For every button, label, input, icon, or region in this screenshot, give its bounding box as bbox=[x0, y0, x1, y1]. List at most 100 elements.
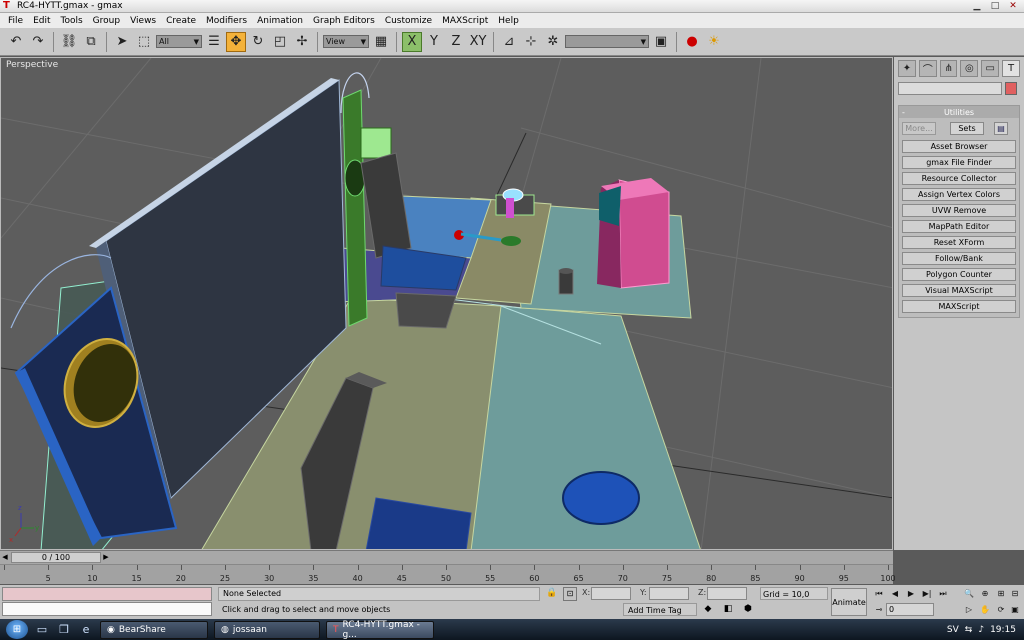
x-coord-field[interactable] bbox=[591, 587, 631, 600]
utility-polygon-counter[interactable]: Polygon Counter bbox=[902, 268, 1016, 281]
utility-visual-maxscript[interactable]: Visual MAXScript bbox=[902, 284, 1016, 297]
rollout-header[interactable]: - Utilities bbox=[899, 106, 1019, 118]
utility-gmax-file-finder[interactable]: gmax File Finder bbox=[902, 156, 1016, 169]
zoom-all-icon[interactable]: ⊕ bbox=[978, 587, 992, 600]
crossing-icon[interactable]: ◧ bbox=[720, 603, 736, 616]
restrict-y-icon[interactable]: Y bbox=[424, 32, 444, 52]
internet-explorer-icon[interactable]: e bbox=[78, 622, 94, 638]
utility-maxscript[interactable]: MAXScript bbox=[902, 300, 1016, 313]
utility-uvw-remove[interactable]: UVW Remove bbox=[902, 204, 1016, 217]
object-color-swatch[interactable] bbox=[1005, 82, 1017, 95]
zoom-icon[interactable]: 🔍 bbox=[962, 587, 976, 600]
pan-icon[interactable]: ✋ bbox=[978, 603, 992, 616]
utility-follow-bank[interactable]: Follow/Bank bbox=[902, 252, 1016, 265]
select-and-scale-icon[interactable]: ◰ bbox=[270, 32, 290, 52]
maximize-button[interactable]: □ bbox=[986, 0, 1004, 12]
minimize-button[interactable]: ▁ bbox=[968, 0, 986, 12]
menu-customize[interactable]: Customize bbox=[380, 16, 437, 26]
time-slider-thumb[interactable]: 0 / 100 bbox=[11, 552, 101, 563]
z-coord-field[interactable] bbox=[707, 587, 747, 600]
maxscript-listener-input[interactable] bbox=[2, 602, 212, 616]
prev-frame-icon[interactable]: ◀ bbox=[888, 587, 902, 600]
menu-animation[interactable]: Animation bbox=[252, 16, 308, 26]
redo-icon[interactable]: ↷ bbox=[28, 32, 48, 52]
taskbar-item-jossaan[interactable]: ◍ jossaan bbox=[214, 620, 320, 639]
link-icon[interactable]: ⛓ bbox=[59, 32, 79, 52]
key-mode-icon[interactable]: ⊸ bbox=[872, 603, 886, 616]
select-by-name-icon[interactable]: ☰ bbox=[204, 32, 224, 52]
mirror-icon[interactable]: ⊿ bbox=[499, 32, 519, 52]
menu-views[interactable]: Views bbox=[125, 16, 161, 26]
utility-mappath-editor[interactable]: MapPath Editor bbox=[902, 220, 1016, 233]
menu-group[interactable]: Group bbox=[88, 16, 125, 26]
current-frame-field[interactable]: 0 bbox=[886, 603, 934, 616]
configure-sets-icon[interactable]: ▤ bbox=[994, 122, 1008, 135]
more-button[interactable]: More... bbox=[902, 122, 936, 135]
render-scene-icon[interactable]: ☀ bbox=[704, 32, 724, 52]
go-to-start-icon[interactable]: ⏮ bbox=[872, 587, 886, 600]
align-icon[interactable]: ⊹ bbox=[521, 32, 541, 52]
menu-tools[interactable]: Tools bbox=[56, 16, 88, 26]
pivot-center-icon[interactable]: ✢ bbox=[292, 32, 312, 52]
utilities-tab-icon[interactable]: T bbox=[1002, 60, 1020, 77]
menu-modifiers[interactable]: Modifiers bbox=[201, 16, 252, 26]
menu-help[interactable]: Help bbox=[493, 16, 524, 26]
start-button[interactable]: ⊞ bbox=[6, 620, 28, 639]
add-time-tag-button[interactable]: Add Time Tag bbox=[623, 603, 697, 616]
utility-asset-browser[interactable]: Asset Browser bbox=[902, 140, 1016, 153]
named-selection-sets-icon[interactable]: ▣ bbox=[651, 32, 671, 52]
menu-maxscript[interactable]: MAXScript bbox=[437, 16, 493, 26]
maxscript-listener-output[interactable] bbox=[2, 587, 212, 601]
motion-tab-icon[interactable]: ◎ bbox=[960, 60, 979, 77]
y-coord-field[interactable] bbox=[649, 587, 689, 600]
language-indicator[interactable]: SV bbox=[947, 625, 959, 635]
select-and-move-icon[interactable]: ✥ bbox=[226, 31, 246, 52]
modify-tab-icon[interactable]: ⌒ bbox=[918, 60, 937, 77]
hierarchy-tab-icon[interactable]: ⋔ bbox=[939, 60, 958, 77]
close-button[interactable]: ✕ bbox=[1004, 0, 1022, 12]
animate-button[interactable]: Animate bbox=[831, 588, 867, 616]
perspective-viewport[interactable]: z y x Perspective bbox=[0, 57, 893, 550]
restrict-xy-icon[interactable]: XY bbox=[468, 32, 488, 52]
clock[interactable]: 19:15 bbox=[990, 625, 1016, 635]
menu-create[interactable]: Create bbox=[161, 16, 201, 26]
sets-button[interactable]: Sets bbox=[950, 122, 984, 135]
time-next-arrow-icon[interactable]: ▶ bbox=[101, 551, 111, 564]
taskbar-item-gmax[interactable]: T RC4-HYTT.gmax - g... bbox=[326, 620, 434, 640]
display-tab-icon[interactable]: ▭ bbox=[981, 60, 1000, 77]
undo-icon[interactable]: ↶ bbox=[6, 32, 26, 52]
next-frame-icon[interactable]: ▶| bbox=[920, 587, 934, 600]
pivot-point-icon[interactable]: ▦ bbox=[371, 32, 391, 52]
create-tab-icon[interactable]: ✦ bbox=[898, 60, 916, 77]
track-bar[interactable]: 5 10 15 20 25 30 35 40 45 50 55 60 65 70 75 80 85 90 95 100 bbox=[0, 564, 896, 584]
select-and-rotate-icon[interactable]: ↻ bbox=[248, 32, 268, 52]
play-icon[interactable]: ▶ bbox=[904, 587, 918, 600]
zoom-extents-icon[interactable]: ⊞ bbox=[994, 587, 1008, 600]
switch-windows-icon[interactable]: ❐ bbox=[56, 622, 72, 638]
menu-edit[interactable]: Edit bbox=[28, 16, 55, 26]
selection-lock-icon[interactable]: 🔒 bbox=[546, 588, 557, 598]
volume-icon[interactable]: ♪ bbox=[978, 625, 984, 635]
snap-toggle-icon[interactable]: ⬢ bbox=[740, 603, 756, 616]
network-icon[interactable]: ⇆ bbox=[965, 625, 973, 635]
zoom-extents-all-icon[interactable]: ⊟ bbox=[1008, 587, 1022, 600]
maximize-viewport-icon[interactable]: ▣ bbox=[1008, 603, 1022, 616]
degradation-override-icon[interactable]: ◆ bbox=[700, 603, 716, 616]
snap-icon[interactable]: ✲ bbox=[543, 32, 563, 52]
go-to-end-icon[interactable]: ⏭ bbox=[936, 587, 950, 600]
utility-reset-xform[interactable]: Reset XForm bbox=[902, 236, 1016, 249]
restrict-z-icon[interactable]: Z bbox=[446, 32, 466, 52]
utility-assign-vertex-colors[interactable]: Assign Vertex Colors bbox=[902, 188, 1016, 201]
unlink-icon[interactable]: ⧉ bbox=[81, 32, 101, 52]
named-selection-dropdown[interactable]: ▼ bbox=[565, 35, 649, 48]
select-object-icon[interactable]: ➤ bbox=[112, 32, 132, 52]
show-desktop-icon[interactable]: ▭ bbox=[34, 622, 50, 638]
restrict-x-icon[interactable]: X bbox=[402, 31, 422, 52]
absolute-mode-icon[interactable]: ⊡ bbox=[563, 587, 577, 601]
time-slider[interactable]: ◀ 0 / 100 ▶ bbox=[0, 550, 893, 564]
selection-filter-dropdown[interactable]: All ▼ bbox=[156, 35, 202, 48]
utility-resource-collector[interactable]: Resource Collector bbox=[902, 172, 1016, 185]
region-select-icon[interactable]: ⬚ bbox=[134, 32, 154, 52]
menu-file[interactable]: File bbox=[3, 16, 28, 26]
reference-coord-dropdown[interactable]: View ▼ bbox=[323, 35, 369, 48]
